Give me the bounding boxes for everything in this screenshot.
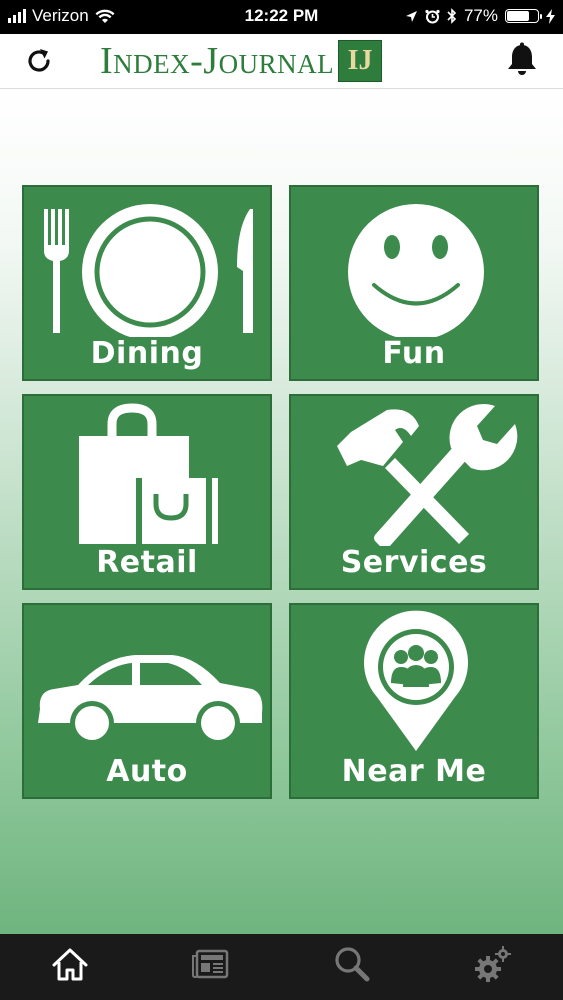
location-pin-icon: [364, 610, 468, 751]
near-me-label: Near Me: [341, 754, 487, 789]
status-bar: Verizon 12:22 PM 77%: [0, 0, 563, 34]
app-logo: Index-Journal IJ: [100, 38, 462, 84]
alarm-icon: [425, 9, 440, 23]
refresh-icon[interactable]: [22, 44, 56, 78]
car-icon: [38, 655, 263, 745]
tab-bar: [0, 934, 563, 1000]
logo-mark: IJ: [338, 40, 383, 82]
dining-icon: [44, 204, 253, 337]
fun-tile[interactable]: Fun: [289, 185, 539, 381]
dining-tile[interactable]: Dining: [22, 185, 272, 381]
battery-percent: 77%: [463, 6, 498, 25]
shopping-bag-icon: [79, 403, 220, 544]
tools-icon: [337, 403, 518, 546]
location-arrow-icon: [405, 10, 417, 22]
home-icon[interactable]: [50, 944, 90, 984]
retail-label: Retail: [96, 545, 198, 580]
dining-label: Dining: [90, 336, 204, 371]
app-header: Index-Journal IJ: [0, 34, 563, 89]
newspaper-icon[interactable]: [191, 944, 231, 984]
charging-bolt-icon: [546, 8, 555, 24]
services-label: Services: [340, 545, 488, 580]
smiley-icon: [348, 204, 484, 337]
main-content: Dining Fun Retail Services Auto Near Me: [0, 89, 563, 934]
battery-icon: [505, 9, 542, 23]
auto-label: Auto: [106, 754, 188, 789]
fun-label: Fun: [382, 336, 446, 371]
gear-icon[interactable]: [473, 944, 513, 984]
bluetooth-icon: [447, 8, 457, 24]
auto-tile[interactable]: Auto: [22, 603, 272, 799]
logo-text: Index-Journal: [100, 40, 335, 82]
near-me-tile[interactable]: Near Me: [289, 603, 539, 799]
retail-tile[interactable]: Retail: [22, 394, 272, 590]
services-tile[interactable]: Services: [289, 394, 539, 590]
search-icon[interactable]: [332, 944, 372, 984]
status-right: 77%: [405, 6, 555, 26]
bell-icon[interactable]: [505, 42, 539, 78]
